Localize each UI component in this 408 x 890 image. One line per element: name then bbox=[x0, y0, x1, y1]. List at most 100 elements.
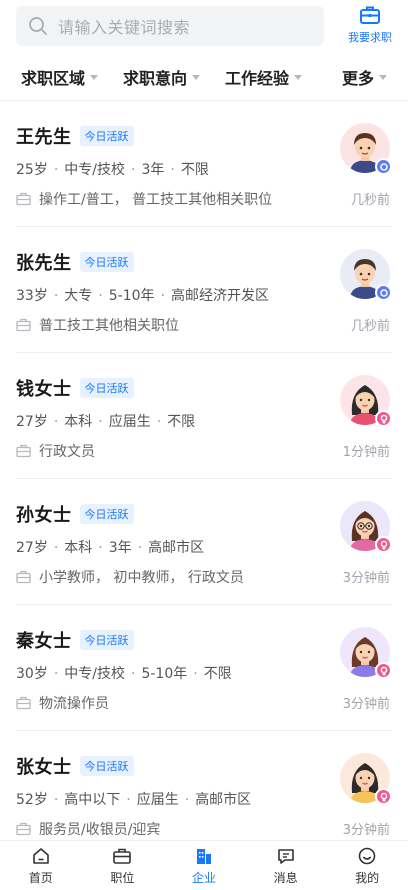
filter-intent[interactable]: 求职意向 bbox=[123, 65, 201, 89]
candidate-education: 高中以下 bbox=[64, 792, 121, 808]
candidate-name: 张女士 bbox=[16, 757, 72, 778]
candidate-education: 中专/技校 bbox=[64, 666, 125, 682]
caret-down-icon bbox=[90, 74, 99, 80]
candidate-card[interactable]: 王先生 今日活跃 25岁 · 中专/技校 · 3年 · 不限 操作工/普工， 普工技工其他相关职位… bbox=[16, 101, 392, 227]
candidate-name: 钱女士 bbox=[16, 379, 72, 400]
active-badge: 今日活跃 bbox=[79, 756, 134, 776]
separator-dot: · bbox=[98, 540, 103, 556]
tab-label: 首页 bbox=[28, 870, 53, 885]
tab-bar: 首页 职位 企业 消息 我的 bbox=[0, 840, 408, 890]
tab-label: 消息 bbox=[273, 870, 298, 885]
separator-dot: · bbox=[53, 792, 59, 808]
briefcase-icon bbox=[113, 848, 132, 864]
home-icon bbox=[32, 847, 49, 864]
briefcase-icon bbox=[16, 444, 31, 458]
candidate-meta: 52岁 · 高中以下 · 应届生 · 高邮市区 bbox=[16, 789, 251, 809]
intent-text: 小学教师， 初中教师， 行政文员 bbox=[39, 570, 244, 586]
active-time: 几秒前 bbox=[350, 193, 390, 208]
building-icon bbox=[196, 848, 211, 864]
filter-label: 求职意向 bbox=[123, 69, 188, 88]
active-time: 几秒前 bbox=[350, 319, 390, 334]
candidate-intent: 服务员/收银员/迎宾 bbox=[16, 819, 160, 839]
job-seeking-button[interactable]: 我要求职 bbox=[342, 4, 398, 48]
candidate-meta: 27岁 · 本科 · 3年 · 高邮市区 bbox=[16, 537, 204, 557]
filter-more[interactable]: 更多 bbox=[342, 65, 388, 89]
candidate-experience: 5-10年 bbox=[141, 666, 188, 682]
tab-messages[interactable]: 消息 bbox=[245, 841, 327, 890]
candidate-area: 高邮经济开发区 bbox=[170, 288, 269, 304]
separator-dot: · bbox=[131, 162, 136, 178]
candidate-intent: 物流操作员 bbox=[16, 693, 109, 713]
candidate-education: 本科 bbox=[64, 540, 93, 556]
separator-dot: · bbox=[184, 792, 190, 808]
name-row: 王先生 今日活跃 bbox=[16, 123, 134, 149]
candidate-experience: 3年 bbox=[108, 540, 132, 556]
female-icon bbox=[380, 666, 387, 676]
gender-badge bbox=[375, 788, 392, 805]
active-badge: 今日活跃 bbox=[79, 126, 134, 146]
candidate-age: 52岁 bbox=[16, 792, 48, 808]
candidate-meta: 30岁 · 中专/技校 · 5-10年 · 不限 bbox=[16, 663, 232, 683]
name-row: 孙女士 今日活跃 bbox=[16, 501, 134, 527]
briefcase-icon bbox=[16, 696, 31, 710]
candidate-card[interactable]: 钱女士 今日活跃 27岁 · 本科 · 应届生 · 不限 行政文员 1分钟前 bbox=[16, 353, 392, 479]
avatar bbox=[340, 627, 392, 679]
briefcase-icon bbox=[16, 318, 31, 332]
male-icon bbox=[379, 288, 388, 297]
intent-text: 服务员/收银员/迎宾 bbox=[39, 822, 161, 838]
active-badge: 今日活跃 bbox=[79, 630, 134, 650]
candidate-card[interactable]: 张女士 今日活跃 52岁 · 高中以下 · 应届生 · 高邮市区 服务员/收银员/迎宾 3分钟前 bbox=[16, 731, 392, 857]
candidate-meta: 33岁 · 大专 · 5-10年 · 高邮经济开发区 bbox=[16, 285, 269, 305]
tab-home[interactable]: 首页 bbox=[0, 841, 82, 890]
candidate-area: 高邮市区 bbox=[148, 540, 205, 556]
tab-profile[interactable]: 我的 bbox=[326, 841, 408, 890]
briefcase-icon bbox=[360, 6, 380, 24]
candidate-age: 27岁 bbox=[16, 414, 48, 430]
profile-icon bbox=[358, 847, 376, 864]
gender-badge bbox=[375, 662, 392, 679]
female-icon bbox=[380, 540, 387, 550]
avatar bbox=[340, 753, 392, 805]
candidate-card[interactable]: 秦女士 今日活跃 30岁 · 中专/技校 · 5-10年 · 不限物流操作员 3分钟前 bbox=[16, 605, 392, 731]
search-input[interactable]: 请输入关键词搜索 bbox=[58, 14, 190, 38]
filter-experience[interactable]: 工作经验 bbox=[225, 65, 303, 89]
candidate-name: 秦女士 bbox=[16, 631, 72, 652]
briefcase-icon bbox=[16, 822, 31, 836]
filter-region[interactable]: 求职区域 bbox=[21, 65, 99, 89]
candidate-list: 王先生 今日活跃 25岁 · 中专/技校 · 3年 · 不限 操作工/普工， 普工技工其他相关职位… bbox=[0, 101, 408, 857]
caret-down-icon bbox=[192, 74, 201, 80]
candidate-name: 张先生 bbox=[16, 253, 72, 274]
avatar bbox=[340, 249, 392, 301]
active-time: 3分钟前 bbox=[342, 697, 390, 712]
tab-label: 职位 bbox=[110, 870, 135, 885]
candidate-card[interactable]: 孙女士 今日活跃 27岁 · 本科 · 3年 · 高邮市区 小学教师， 初中教师， 行政文员 3分钟… bbox=[16, 479, 392, 605]
candidate-education: 中专/技校 bbox=[64, 162, 125, 178]
separator-dot: · bbox=[98, 288, 103, 304]
search-bar[interactable]: 请输入关键词搜索 bbox=[16, 6, 324, 46]
active-badge: 今日活跃 bbox=[79, 378, 134, 398]
briefcase-icon bbox=[16, 192, 31, 206]
tab-label: 我的 bbox=[355, 870, 380, 885]
filter-label: 更多 bbox=[342, 69, 375, 88]
intent-text: 普工技工其他相关职位 bbox=[39, 318, 179, 334]
candidate-meta: 25岁 · 中专/技校 · 3年 · 不限 bbox=[16, 159, 209, 179]
tab-jobs[interactable]: 职位 bbox=[82, 841, 164, 890]
active-time: 1分钟前 bbox=[342, 445, 390, 460]
male-icon bbox=[379, 162, 388, 171]
briefcase-icon bbox=[16, 570, 31, 584]
tab-company[interactable]: 企业 bbox=[163, 841, 245, 890]
candidate-card[interactable]: 张先生 今日活跃 33岁 · 大专 · 5-10年 · 高邮经济开发区 普工技工其他相关职位 几秒前 bbox=[16, 227, 392, 353]
candidate-education: 大专 bbox=[64, 288, 93, 304]
filter-bar: 求职区域 求职意向 工作经验 更多 bbox=[0, 62, 408, 92]
candidate-area: 高邮市区 bbox=[195, 792, 252, 808]
intent-text: 物流操作员 bbox=[39, 696, 109, 712]
candidate-name: 王先生 bbox=[16, 127, 72, 148]
candidate-intent: 操作工/普工， 普工技工其他相关职位 bbox=[16, 189, 272, 209]
gender-badge bbox=[375, 536, 392, 553]
separator-dot: · bbox=[53, 288, 59, 304]
separator-dot: · bbox=[53, 540, 59, 556]
separator-dot: · bbox=[137, 540, 143, 556]
separator-dot: · bbox=[170, 162, 175, 178]
name-row: 秦女士 今日活跃 bbox=[16, 627, 134, 653]
candidate-name: 孙女士 bbox=[16, 505, 72, 526]
